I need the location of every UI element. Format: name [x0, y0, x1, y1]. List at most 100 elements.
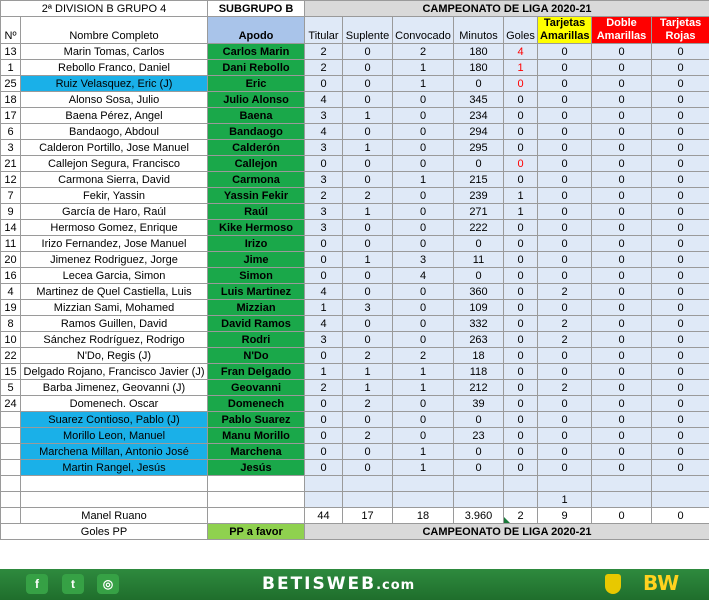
blank-cell — [0, 507, 21, 524]
player-minutos: 39 — [453, 395, 504, 412]
player-number: 18 — [0, 91, 21, 108]
player-titular: 3 — [304, 203, 343, 220]
player-convocado: 0 — [392, 395, 454, 412]
player-titular: 2 — [304, 379, 343, 396]
player-apodo: Simon — [207, 267, 305, 284]
player-goles: 4 — [503, 43, 538, 60]
table-row: 24 Domenech. Oscar Domenech 0 2 0 39 0 0 0 0 — [0, 395, 709, 412]
player-minutos: 0 — [453, 459, 504, 476]
player-titular: 1 — [304, 299, 343, 316]
subgrupo-title: SUBGRUPO B — [207, 0, 305, 17]
table-row: 15 Delgado Rojano, Francisco Javier (J) Fr… — [0, 363, 709, 380]
player-amarillas: 0 — [537, 91, 592, 108]
player-goles: 0 — [503, 75, 538, 92]
player-titular: 0 — [304, 235, 343, 252]
total-goles: 2 — [503, 507, 538, 524]
player-minutos: 109 — [453, 299, 504, 316]
player-apodo: Eric — [207, 75, 305, 92]
player-minutos: 360 — [453, 283, 504, 300]
player-amarillas: 2 — [537, 331, 592, 348]
player-goles: 0 — [503, 235, 538, 252]
player-amarillas: 0 — [537, 347, 592, 364]
player-goles: 1 — [503, 59, 538, 76]
table-row: 6 Bandaogo, Abdoul Bandaogo 4 0 0 294 0 0 0 0 — [0, 123, 709, 140]
player-suplente: 1 — [342, 107, 393, 124]
table-row: 14 Hermoso Gomez, Enrique Kike Hermoso 3 0 0 2… — [0, 219, 709, 236]
table-row: Martin Rangel, Jesús Jesús 0 0 1 0 0 0 0 0 — [0, 459, 709, 476]
player-titular: 2 — [304, 59, 343, 76]
player-titular: 0 — [304, 347, 343, 364]
player-suplente: 0 — [342, 443, 393, 460]
total-suplente: 17 — [342, 507, 393, 524]
player-apodo: Baena — [207, 107, 305, 124]
player-doble: 0 — [591, 123, 652, 140]
player-name: N'Do, Regis (J) — [20, 347, 208, 364]
blank-cell — [591, 475, 652, 492]
player-rojas: 0 — [651, 459, 709, 476]
player-minutos: 239 — [453, 187, 504, 204]
goles-pp-row: Goles PP PP a favor CAMPEONATO DE LIGA 202… — [0, 523, 709, 540]
player-apodo: Carmona — [207, 171, 305, 188]
player-number: 22 — [0, 347, 21, 364]
player-suplente: 1 — [342, 203, 393, 220]
player-titular: 3 — [304, 107, 343, 124]
player-amarillas: 0 — [537, 235, 592, 252]
player-amarillas: 0 — [537, 267, 592, 284]
col-doble: Doble Amarillas — [591, 16, 652, 44]
table-row: 13 Marin Tomas, Carlos Carlos Marin 2 0 2 180 4… — [0, 43, 709, 60]
player-minutos: 271 — [453, 203, 504, 220]
player-name: Callejon Segura, Francisco — [20, 155, 208, 172]
player-name: Baena Pérez, Angel — [20, 107, 208, 124]
player-rojas: 0 — [651, 219, 709, 236]
player-number: 4 — [0, 283, 21, 300]
player-apodo: Kike Hermoso — [207, 219, 305, 236]
player-apodo: Manu Morillo — [207, 427, 305, 444]
player-suplente: 0 — [342, 219, 393, 236]
player-suplente: 2 — [342, 347, 393, 364]
player-apodo: Luis Martinez — [207, 283, 305, 300]
player-minutos: 234 — [453, 107, 504, 124]
player-amarillas: 0 — [537, 459, 592, 476]
instagram-icon[interactable]: ◎ — [97, 574, 119, 594]
division-title: 2ª DIVISION B GRUPO 4 — [0, 0, 208, 17]
player-name: Rebollo Franco, Daniel — [20, 59, 208, 76]
player-name: Calderon Portillo, Jose Manuel — [20, 139, 208, 156]
player-amarillas: 0 — [537, 59, 592, 76]
player-minutos: 0 — [453, 235, 504, 252]
player-goles: 0 — [503, 411, 538, 428]
player-titular: 4 — [304, 283, 343, 300]
player-name: Martin Rangel, Jesús — [20, 459, 208, 476]
player-number: 14 — [0, 219, 21, 236]
table-row: 21 Callejon Segura, Francisco Callejon 0 0 0 0… — [0, 155, 709, 172]
blank-cell — [304, 491, 343, 508]
col-nombre: Nombre Completo — [20, 16, 208, 44]
player-apodo: Callejon — [207, 155, 305, 172]
col-no: Nº — [0, 16, 21, 44]
twitter-icon[interactable]: t — [62, 574, 84, 594]
player-convocado: 2 — [392, 347, 454, 364]
player-number: 25 — [0, 75, 21, 92]
player-rojas: 0 — [651, 443, 709, 460]
player-apodo: Carlos Marin — [207, 43, 305, 60]
player-doble: 0 — [591, 75, 652, 92]
player-titular: 0 — [304, 459, 343, 476]
player-rojas: 0 — [651, 315, 709, 332]
facebook-icon[interactable]: f — [26, 574, 48, 594]
blank-cell — [503, 475, 538, 492]
player-doble: 0 — [591, 235, 652, 252]
player-number: 3 — [0, 139, 21, 156]
player-doble: 0 — [591, 139, 652, 156]
player-doble: 0 — [591, 43, 652, 60]
table-row: 20 Jimenez Rodriguez, Jorge Jime 0 1 3 11 0 0 0 0 — [0, 251, 709, 268]
player-minutos: 0 — [453, 411, 504, 428]
player-amarillas: 0 — [537, 43, 592, 60]
player-name: Fekir, Yassin — [20, 187, 208, 204]
player-amarillas: 0 — [537, 251, 592, 268]
player-amarillas: 0 — [537, 123, 592, 140]
player-minutos: 0 — [453, 267, 504, 284]
total-doble: 0 — [591, 507, 652, 524]
player-number: 15 — [0, 363, 21, 380]
player-number — [0, 411, 21, 428]
player-rojas: 0 — [651, 331, 709, 348]
player-number — [0, 443, 21, 460]
